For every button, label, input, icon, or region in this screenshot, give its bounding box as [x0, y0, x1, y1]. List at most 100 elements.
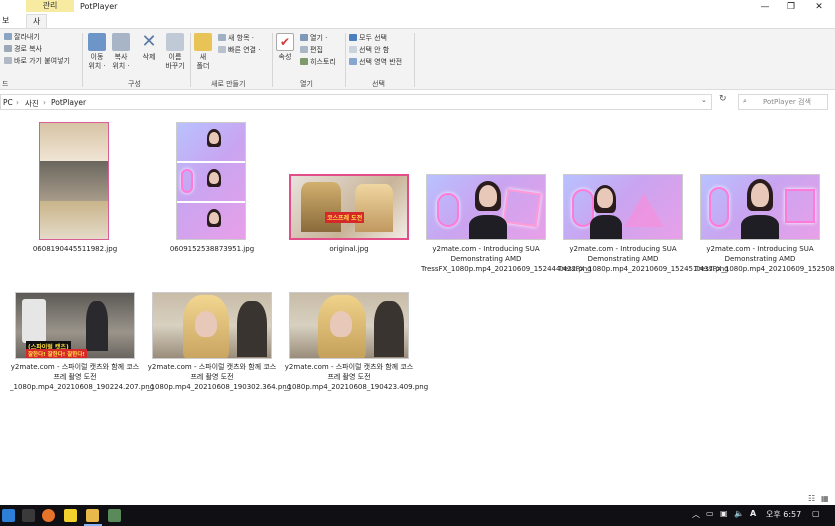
- file-name: y2mate.com - Introducing SUA Demonstrati…: [558, 245, 729, 273]
- history-label: 히스토리: [310, 58, 336, 66]
- clock[interactable]: 오후 6:57: [766, 509, 801, 520]
- kakaotalk-icon[interactable]: [64, 509, 77, 522]
- invert-selection-icon: [349, 58, 357, 65]
- task-view-icon[interactable]: [22, 509, 35, 522]
- chevron-down-icon[interactable]: ⌄: [701, 96, 707, 104]
- file-item[interactable]: 코스프레 도전 original.jpg: [284, 120, 414, 270]
- move-to-icon: [88, 33, 106, 51]
- file-item[interactable]: y2mate.com - 스파이럴 캣츠와 함께 코스프레 촬영 도전_1080…: [147, 288, 291, 408]
- easy-access-button[interactable]: 빠른 연결 ·: [218, 45, 260, 55]
- copy-to-button[interactable]: 복사 위치 ·: [110, 33, 132, 71]
- thumbnail-image: [39, 122, 109, 240]
- thumbnail-image: 코스프레 도전: [289, 174, 409, 240]
- file-item[interactable]: y2mate.com - 스파이럴 캣츠와 함께 코스프레 촬영 도전_1080…: [284, 288, 429, 408]
- clipboard-group-label: 드: [2, 80, 9, 88]
- thumbnail-image: (스파이럴 캣츠) 잘한다! 잘한다! 잘한다!: [15, 292, 135, 359]
- select-group-label: 선택: [372, 80, 385, 88]
- copy-to-icon: [112, 33, 130, 51]
- select-all-label: 모두 선택: [359, 34, 387, 42]
- file-item[interactable]: 0608190445511982.jpg: [10, 120, 140, 270]
- file-name: y2mate.com - 스파이럴 캣츠와 함께 코스프레 촬영 도전_1080…: [284, 363, 429, 391]
- minimize-button[interactable]: —: [752, 0, 778, 14]
- scissors-icon: [4, 33, 12, 40]
- battery-icon[interactable]: ▭: [706, 509, 714, 518]
- edit-button[interactable]: 편집: [300, 45, 323, 55]
- open-label: 열기 ·: [310, 34, 328, 42]
- select-none-icon: [349, 46, 357, 53]
- breadcrumb-pc[interactable]: PC: [3, 98, 13, 107]
- details-view-icon[interactable]: ☷: [808, 494, 815, 503]
- file-item[interactable]: y2mate.com - Introducing SUA Demonstrati…: [421, 120, 592, 280]
- thumbnail-image: [426, 174, 546, 240]
- cut-label: 잘라내기: [14, 33, 40, 41]
- notification-icon[interactable]: ▢: [812, 509, 820, 518]
- close-button[interactable]: ✕: [806, 0, 832, 14]
- file-item[interactable]: 0609152538873951.jpg: [147, 120, 277, 270]
- easy-access-icon: [218, 46, 226, 53]
- select-all-button[interactable]: 모두 선택: [349, 33, 387, 43]
- file-name: y2mate.com - 스파이럴 캣츠와 함께 코스프레 촬영 도전_1080…: [10, 363, 155, 391]
- open-button[interactable]: 열기 ·: [300, 33, 327, 43]
- file-name: y2mate.com - Introducing SUA Demonstrati…: [695, 245, 835, 273]
- input-language[interactable]: A: [750, 509, 756, 518]
- context-tab-header[interactable]: 관리: [26, 0, 74, 12]
- rename-label: 이름 바꾸기: [165, 53, 185, 70]
- refresh-icon[interactable]: ↻: [719, 94, 727, 104]
- thumbnail-image: [700, 174, 820, 240]
- edit-label: 편집: [310, 46, 323, 54]
- tab-view[interactable]: 보기: [2, 14, 9, 39]
- open-icon: [300, 34, 308, 41]
- volume-icon[interactable]: 🔈: [734, 509, 744, 518]
- breadcrumb-potplayer[interactable]: PotPlayer: [51, 98, 86, 107]
- select-none-button[interactable]: 선택 안 함: [349, 45, 389, 55]
- file-list: 0608190445511982.jpg 0609152538873951.jp…: [0, 112, 835, 492]
- delete-button[interactable]: ✕ 삭제: [138, 33, 160, 62]
- file-item[interactable]: y2mate.com - Introducing SUA Demonstrati…: [558, 120, 729, 280]
- start-icon[interactable]: [2, 509, 15, 522]
- file-name: 0609152538873951.jpg: [169, 245, 255, 253]
- file-name: y2mate.com - Introducing SUA Demonstrati…: [421, 245, 592, 273]
- search-input[interactable]: ⌕ PotPlayer 검색: [738, 94, 828, 110]
- ribbon-separator: [272, 33, 273, 87]
- paste-shortcut-button[interactable]: 바로 가기 붙여넣기: [4, 56, 70, 66]
- address-field[interactable]: PC › 사진 › PotPlayer ⌄: [0, 94, 712, 110]
- file-item[interactable]: y2mate.com - Introducing SUA Demonstrati…: [695, 120, 835, 280]
- properties-check-icon: ✔: [276, 33, 294, 51]
- invert-selection-button[interactable]: 선택 영역 반전: [349, 57, 402, 67]
- properties-button[interactable]: ✔ 속성: [275, 33, 295, 62]
- breadcrumb-pictures[interactable]: 사진: [25, 98, 39, 109]
- path-icon: [4, 45, 12, 52]
- move-to-button[interactable]: 이동 위치 ·: [86, 33, 108, 71]
- firefox-icon[interactable]: [42, 509, 55, 522]
- tray-chevron-up-icon[interactable]: ︿: [692, 509, 700, 520]
- poster-text: 코스프레 도전: [325, 212, 365, 223]
- search-icon: ⌕: [743, 97, 747, 105]
- tab-picture-tools[interactable]: 사진 도구: [26, 14, 48, 68]
- file-item[interactable]: (스파이럴 캣츠) 잘한다! 잘한다! 잘한다! y2mate.com - 스파…: [10, 288, 155, 408]
- edit-icon: [300, 46, 308, 53]
- copy-path-button[interactable]: 경로 복사: [4, 44, 42, 54]
- ribbon-separator: [414, 33, 415, 87]
- breadcrumb-separator-icon: ›: [43, 98, 46, 107]
- cut-button[interactable]: 잘라내기: [4, 32, 40, 42]
- banner-text: 잘한다! 잘한다! 잘한다!: [26, 349, 87, 358]
- file-explorer-icon[interactable]: [86, 509, 99, 522]
- history-button[interactable]: 히스토리: [300, 57, 336, 67]
- new-item-button[interactable]: 새 항목 ·: [218, 33, 254, 43]
- ribbon: 잘라내기 경로 복사 바로 가기 붙여넣기 드 이동 위치 · 복사 위치 · …: [0, 28, 835, 90]
- file-name: 0608190445511982.jpg: [32, 245, 118, 253]
- history-icon: [300, 58, 308, 65]
- properties-label: 속성: [278, 53, 292, 61]
- thumbnail-image: [176, 122, 246, 240]
- paste-shortcut-label: 바로 가기 붙여넣기: [14, 57, 70, 65]
- maximize-button[interactable]: ❐: [778, 0, 804, 14]
- app-icon[interactable]: [108, 509, 121, 522]
- ribbon-separator: [190, 33, 191, 87]
- network-icon[interactable]: ▣: [720, 509, 728, 518]
- rename-button[interactable]: 이름 바꾸기: [162, 33, 188, 71]
- address-bar: PC › 사진 › PotPlayer ⌄ ↻ ⌕ PotPlayer 검색: [0, 92, 835, 112]
- large-icons-view-icon[interactable]: ▦: [821, 494, 829, 503]
- breadcrumb-separator-icon: ›: [16, 98, 19, 107]
- rename-icon: [166, 33, 184, 51]
- new-folder-button[interactable]: 새 폴더: [193, 33, 213, 71]
